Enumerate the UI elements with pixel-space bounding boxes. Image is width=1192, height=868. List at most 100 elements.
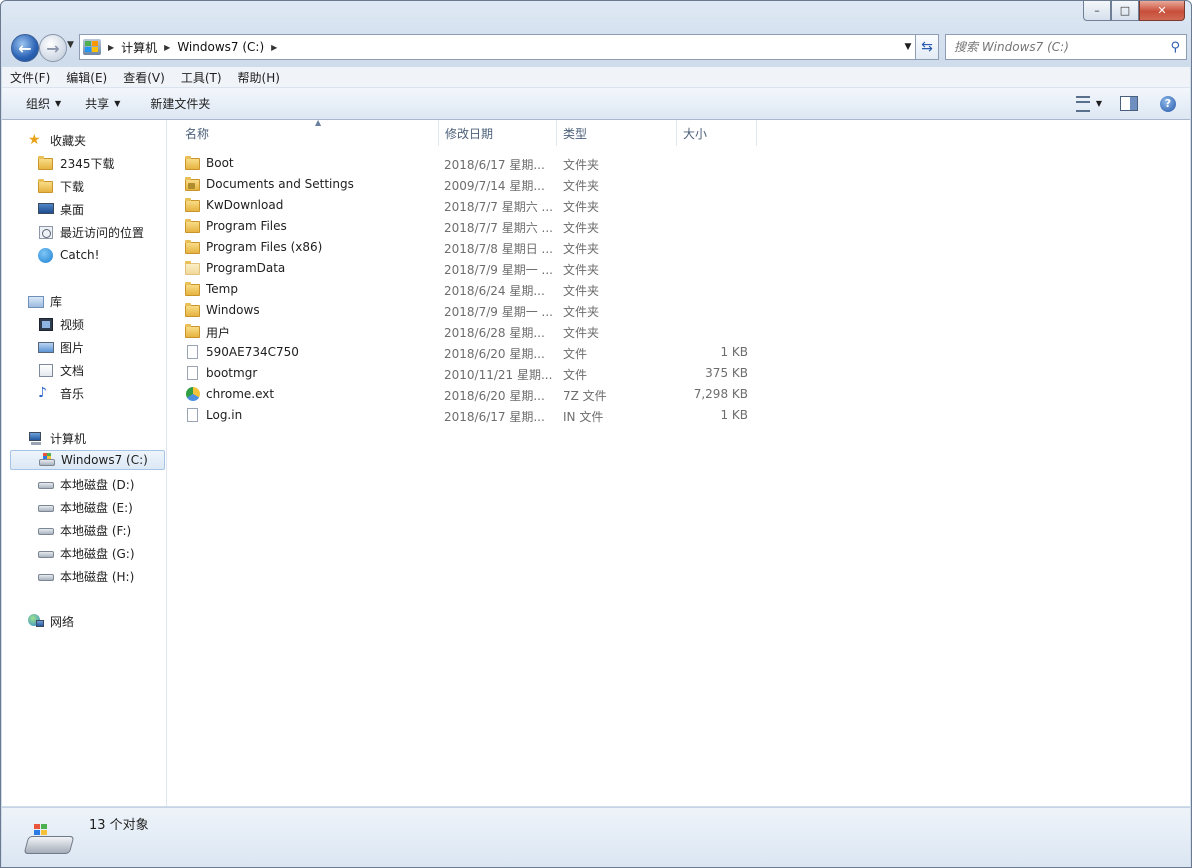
column-header-date[interactable]: 修改日期 [439, 120, 557, 146]
music-note-icon: ♪ [38, 385, 47, 401]
column-header-name[interactable]: ▲ 名称 [179, 118, 439, 146]
sidebar-label: 库 [50, 294, 63, 309]
share-button[interactable]: 共享 ▼ [73, 95, 132, 112]
breadcrumb-chevron-icon[interactable]: ▶ [271, 43, 277, 52]
sidebar-libraries[interactable]: 库 [28, 290, 62, 312]
minimize-button[interactable]: – [1083, 1, 1111, 21]
file-name: Windows [206, 303, 260, 317]
menu-help[interactable]: 帮助(H) [230, 69, 288, 86]
pictures-icon [38, 340, 54, 354]
file-date: 2018/7/8 星期日 ... [444, 242, 553, 256]
chevron-down-icon: ▼ [55, 99, 62, 108]
file-date: 2018/6/20 星期... [444, 389, 545, 403]
sidebar-item-pictures[interactable]: 图片 [38, 336, 84, 358]
refresh-button[interactable]: ⇆ [915, 34, 939, 60]
column-header-label: 大小 [683, 126, 708, 141]
file-name: KwDownload [206, 198, 284, 212]
sidebar-item-recent-places[interactable]: 最近访问的位置 [38, 221, 144, 243]
recent-places-icon [38, 225, 54, 239]
menu-view[interactable]: 查看(V) [115, 69, 173, 86]
file-name: Documents and Settings [206, 177, 354, 191]
maximize-button[interactable]: □ [1111, 1, 1139, 21]
sidebar-item-catch[interactable]: Catch! [38, 244, 99, 266]
file-row[interactable]: Windows 2018/7/9 星期一 ... 文件夹 [179, 300, 759, 321]
file-type: 文件 [563, 368, 588, 382]
file-row[interactable]: chrome.ext 2018/6/20 星期... 7Z 文件 7,298 K… [179, 384, 759, 405]
forward-button[interactable]: → [39, 34, 67, 62]
file-icon [185, 408, 201, 422]
sidebar-item-drive-d[interactable]: 本地磁盘 (D:) [38, 473, 134, 495]
folder-icon [185, 303, 201, 317]
sidebar-item-documents[interactable]: 文档 [38, 359, 84, 381]
sidebar-favorites[interactable]: ★ 收藏夹 [28, 129, 86, 151]
file-type: 文件夹 [563, 326, 600, 340]
sidebar-label: 本地磁盘 (D:) [60, 477, 135, 492]
view-dropdown-icon[interactable]: ▼ [1096, 99, 1102, 108]
file-type: 文件夹 [563, 158, 600, 172]
menu-edit[interactable]: 编辑(E) [58, 69, 115, 86]
sidebar-item-drive-h[interactable]: 本地磁盘 (H:) [38, 565, 134, 587]
file-name: Program Files (x86) [206, 240, 323, 254]
preview-pane-icon[interactable] [1120, 96, 1138, 111]
sidebar-label: 音乐 [60, 386, 85, 401]
file-row[interactable]: Boot 2018/6/17 星期... 文件夹 [179, 153, 759, 174]
file-date: 2018/7/9 星期一 ... [444, 305, 553, 319]
file-row[interactable]: 用户 2018/6/28 星期... 文件夹 [179, 321, 759, 342]
search-box[interactable]: ⚲ [945, 34, 1187, 60]
file-row[interactable]: 590AE734C750 2018/6/20 星期... 文件 1 KB [179, 342, 759, 363]
file-date: 2018/6/20 星期... [444, 347, 545, 361]
history-dropdown-icon[interactable]: ▼ [67, 40, 74, 50]
sidebar-computer[interactable]: 计算机 [28, 427, 86, 449]
file-name: Program Files [206, 219, 287, 233]
file-size: 375 KB [705, 366, 748, 380]
close-button[interactable]: ✕ [1139, 1, 1185, 21]
breadcrumb-chevron-icon[interactable]: ▶ [164, 43, 170, 52]
column-header-type[interactable]: 类型 [557, 120, 677, 146]
locked-folder-icon [185, 177, 201, 191]
address-bar[interactable]: ▶ 计算机 ▶ Windows7 (C:) ▶ ▼ [79, 34, 917, 60]
sidebar-item-drive-g[interactable]: 本地磁盘 (G:) [38, 542, 135, 564]
file-row[interactable]: Program Files (x86) 2018/7/8 星期日 ... 文件夹 [179, 237, 759, 258]
file-row[interactable]: bootmgr 2010/11/21 星期... 文件 375 KB [179, 363, 759, 384]
menu-tools[interactable]: 工具(T) [173, 69, 230, 86]
new-folder-label: 新建文件夹 [150, 97, 211, 111]
sidebar-network[interactable]: 网络 [28, 610, 74, 632]
back-button[interactable]: ← [11, 34, 39, 62]
view-options-icon[interactable] [1075, 95, 1090, 112]
sidebar-label: 下载 [60, 179, 85, 194]
sidebar-item-videos[interactable]: 视频 [38, 313, 84, 335]
sidebar-label: 图片 [60, 340, 85, 355]
search-input[interactable] [952, 39, 1156, 55]
file-row[interactable]: Temp 2018/6/24 星期... 文件夹 [179, 279, 759, 300]
address-dropdown-icon[interactable]: ▼ [899, 42, 916, 52]
breadcrumb-computer[interactable]: 计算机 [121, 39, 157, 56]
sidebar-item-downloads[interactable]: 下载 [38, 175, 84, 197]
file-row[interactable]: ProgramData 2018/7/9 星期一 ... 文件夹 [179, 258, 759, 279]
organize-button[interactable]: 组织 ▼ [2, 95, 73, 112]
sidebar-item-2345-download[interactable]: 2345下载 [38, 152, 115, 174]
file-type: IN 文件 [563, 410, 604, 424]
sidebar-item-music[interactable]: ♪ 音乐 [38, 382, 84, 404]
file-row[interactable]: Documents and Settings 2009/7/14 星期... 文… [179, 174, 759, 195]
sidebar-item-drive-f[interactable]: 本地磁盘 (F:) [38, 519, 131, 541]
sidebar-item-desktop[interactable]: 桌面 [38, 198, 84, 220]
search-icon[interactable]: ⚲ [1170, 40, 1180, 55]
sidebar-item-drive-c[interactable]: Windows7 (C:) [10, 450, 165, 470]
file-date: 2018/7/7 星期六 ... [444, 221, 553, 235]
new-folder-button[interactable]: 新建文件夹 [132, 95, 222, 112]
documents-icon [38, 363, 54, 377]
column-header-size[interactable]: 大小 [677, 120, 757, 146]
file-date: 2010/11/21 星期... [444, 368, 553, 382]
file-row[interactable]: Program Files 2018/7/7 星期六 ... 文件夹 [179, 216, 759, 237]
breadcrumb-chevron-icon[interactable]: ▶ [108, 43, 114, 52]
file-type: 7Z 文件 [563, 389, 607, 403]
file-row[interactable]: Log.in 2018/6/17 星期... IN 文件 1 KB [179, 405, 759, 426]
archive-app-icon [185, 387, 201, 401]
videos-icon [38, 317, 54, 331]
menu-file[interactable]: 文件(F) [2, 69, 58, 86]
file-row[interactable]: KwDownload 2018/7/7 星期六 ... 文件夹 [179, 195, 759, 216]
breadcrumb-drive-c[interactable]: Windows7 (C:) [177, 40, 264, 54]
sidebar-item-drive-e[interactable]: 本地磁盘 (E:) [38, 496, 133, 518]
help-icon[interactable]: ? [1160, 95, 1176, 112]
file-date: 2018/6/17 星期... [444, 158, 545, 172]
